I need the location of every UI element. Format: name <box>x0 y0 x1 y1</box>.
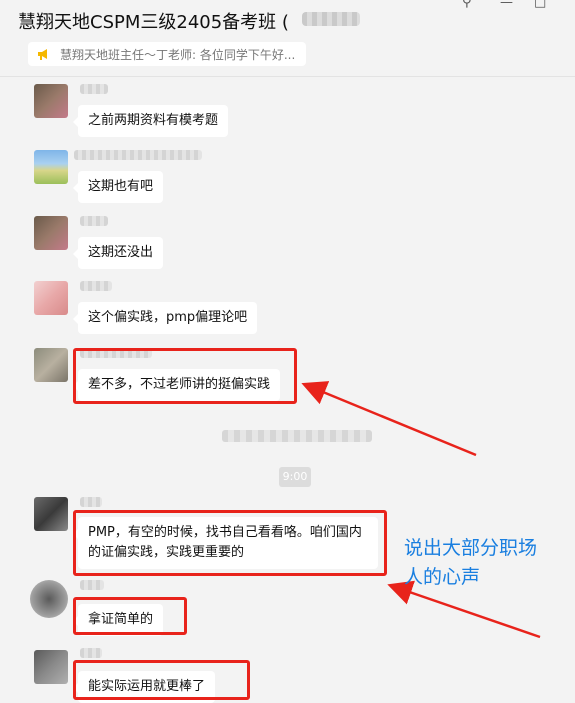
annotation-line-1: 说出大部分职场 <box>404 537 538 559</box>
annotation-arrows <box>301 381 541 639</box>
annotation-text: 说出大部分职场 人的心声 <box>404 534 537 592</box>
annotation-line-2: 人的心声 <box>404 566 481 588</box>
